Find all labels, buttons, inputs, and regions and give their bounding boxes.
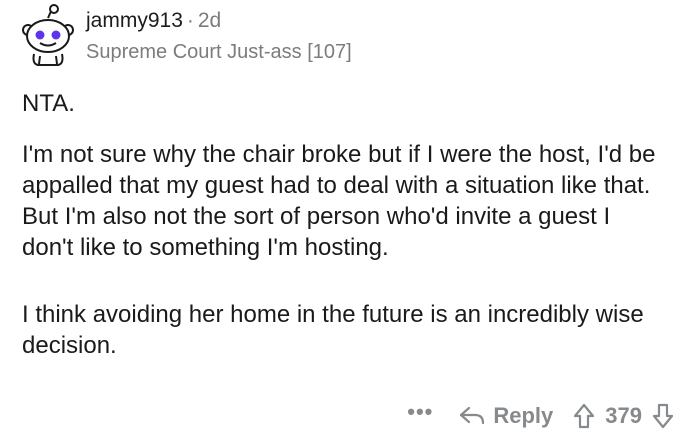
comment-paragraph: I'm not sure why the chair broke but if … [22,141,656,261]
avatar[interactable] [18,4,78,66]
snoo-avatar-icon [22,4,74,66]
reply-label: Reply [493,403,554,428]
user-flair: Supreme Court Just-ass [107] [86,41,352,63]
comment-paragraph: I think avoiding her home in the future … [22,301,644,359]
reply-button[interactable]: Reply [459,403,553,429]
upvote-arrow-icon[interactable] [573,403,595,429]
vote-score: 379 [605,403,642,428]
username-link[interactable]: jammy913 [86,9,183,32]
comment-meta: jammy913 · 2d [86,8,352,34]
comment-paragraph: NTA. [22,90,75,117]
comment-age[interactable]: 2d [198,9,221,32]
comment-actions: ••• Reply 379 [407,396,674,436]
comment-header: jammy913 · 2d Supreme Court Just-ass [107] [86,8,352,64]
downvote-arrow-icon[interactable] [652,403,674,429]
meta-separator: · [186,9,194,32]
vote-controls: 379 [573,403,674,429]
reply-arrow-icon [460,406,485,425]
more-options-button[interactable]: ••• [407,401,433,423]
comment: jammy913 · 2d Supreme Court Just-ass [107]… [0,0,700,442]
comment-body: NTA. I'm not sure why the chair broke bu… [22,88,672,361]
